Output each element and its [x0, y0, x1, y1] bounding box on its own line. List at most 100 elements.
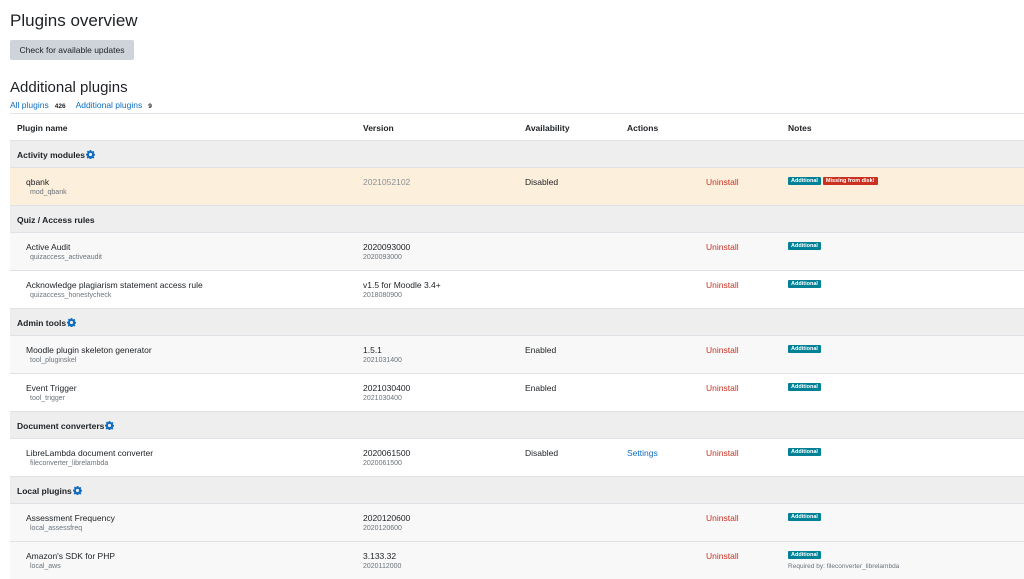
category-title: Quiz / Access rules [17, 215, 95, 225]
settings-link[interactable]: Settings [627, 448, 658, 458]
category-cell: Local plugins [10, 476, 1024, 504]
plugin-version: v1.5 for Moodle 3.4+ [363, 280, 441, 290]
plugin-name-cell: Amazon's SDK for PHP local_aws [10, 541, 363, 579]
plugin-availability [525, 503, 627, 542]
additional-badge: Additional [788, 280, 821, 288]
category-title: Local plugins [17, 486, 72, 496]
plugin-version: 2020061500 [363, 448, 411, 458]
all-plugins-count: 426 [54, 103, 66, 110]
plugin-version-cell: 3.133.32 2020112000 [363, 541, 525, 579]
table-header-row: Plugin name Version Availability Actions… [10, 113, 1024, 141]
plugin-uninstall-cell: Uninstall [706, 373, 789, 412]
plugin-component: local_assessfreq [30, 525, 83, 532]
additional-badge: Additional [788, 448, 821, 456]
plugin-availability: Enabled [525, 373, 627, 412]
additional-plugins-count: 9 [148, 103, 152, 110]
plugin-name-cell: LibreLambda document converter fileconver… [10, 438, 363, 477]
category-row: Admin tools [10, 308, 1024, 336]
plugin-name-cell: Event Trigger tool_trigger [10, 373, 363, 412]
plugin-notes-cell: Additional Missing from disk! [788, 167, 1024, 206]
plugin-row: Amazon's SDK for PHP local_aws 3.133.32 202… [10, 541, 1024, 579]
plugin-availability: Disabled [525, 438, 627, 477]
plugin-uninstall-cell: Uninstall [706, 541, 789, 579]
plugin-row: Assessment Frequency local_assessfreq 2020… [10, 503, 1024, 542]
plugin-notes-cell: Additional Required by: fileconverter_lib… [788, 541, 1024, 579]
plugin-uninstall-cell: Uninstall [706, 167, 789, 206]
plugin-version: 3.133.32 [363, 551, 397, 561]
plugin-availability [525, 541, 627, 579]
uninstall-link[interactable]: Uninstall [706, 242, 739, 252]
category-title: Admin tools [17, 318, 67, 328]
uninstall-link[interactable]: Uninstall [706, 383, 739, 393]
plugin-notes-cell: Additional [788, 438, 1024, 477]
uninstall-link[interactable]: Uninstall [706, 345, 739, 355]
plugin-version-number: 2020112000 [363, 563, 402, 570]
plugin-name: Amazon's SDK for PHP [26, 551, 116, 561]
uninstall-link[interactable]: Uninstall [706, 280, 739, 290]
gear-icon[interactable] [72, 486, 82, 495]
plugin-version: 2021052102 [363, 177, 411, 187]
filter-all-plugins-link[interactable]: All plugins [10, 100, 49, 110]
plugin-name: Assessment Frequency [26, 513, 115, 523]
plugin-uninstall-cell: Uninstall [706, 503, 789, 542]
plugin-name: Moodle plugin skeleton generator [26, 345, 152, 355]
plugin-version-cell: 2021030400 2021030400 [363, 373, 525, 412]
plugin-notes-cell: Additional [788, 270, 1024, 309]
column-header-actions: Actions [627, 113, 789, 141]
column-header-availability: Availability [525, 113, 627, 141]
plugin-name-cell: Active Audit quizaccess_activeaudit [10, 232, 363, 271]
plugin-version-number: 2021030400 [363, 395, 402, 402]
plugin-actions-cell [627, 270, 706, 309]
missing-from-disk-badge: Missing from disk! [822, 177, 878, 185]
column-header-notes: Notes [788, 113, 1024, 141]
additional-badge: Additional [788, 383, 821, 391]
uninstall-link[interactable]: Uninstall [706, 551, 739, 561]
plugin-version: 1.5.1 [363, 345, 382, 355]
plugin-name: Active Audit [26, 242, 71, 252]
plugin-notes-cell: Additional [788, 373, 1024, 412]
gear-icon[interactable] [67, 318, 77, 327]
plugin-row: Active Audit quizaccess_activeaudit 202009… [10, 232, 1024, 271]
plugins-table: Plugin name Version Availability Actions… [10, 113, 1024, 579]
plugin-version-cell: v1.5 for Moodle 3.4+ 2018080900 [363, 270, 525, 309]
plugin-name: qbank [26, 177, 50, 187]
plugin-actions-cell [627, 503, 706, 542]
plugin-uninstall-cell: Uninstall [706, 232, 789, 271]
plugin-notes-cell: Additional [788, 335, 1024, 374]
required-by-note: Required by: fileconverter_librelambda [788, 563, 900, 570]
gear-icon[interactable] [86, 150, 96, 159]
gear-icon[interactable] [105, 421, 115, 430]
plugin-version-number: 2020120600 [363, 525, 402, 532]
category-row: Document converters [10, 411, 1024, 439]
plugin-version-number: 2018080900 [363, 292, 402, 299]
category-row: Activity modules [10, 140, 1024, 168]
plugin-component: tool_trigger [30, 395, 66, 402]
plugin-name-cell: Acknowledge plagiarism statement access … [10, 270, 363, 309]
category-cell: Document converters [10, 411, 1024, 439]
page-title: Plugins overview [10, 11, 138, 30]
plugin-notes-cell: Additional [788, 232, 1024, 271]
plugin-name-cell: Moodle plugin skeleton generator tool_plu… [10, 335, 363, 374]
plugin-component: mod_qbank [30, 189, 67, 196]
plugin-actions-cell [627, 373, 706, 412]
plugin-availability: Disabled [525, 167, 627, 206]
plugin-component: local_aws [30, 563, 61, 570]
uninstall-link[interactable]: Uninstall [706, 513, 739, 523]
plugin-row: Moodle plugin skeleton generator tool_plu… [10, 335, 1024, 374]
plugin-name-cell: Assessment Frequency local_assessfreq [10, 503, 363, 542]
plugin-availability: Enabled [525, 335, 627, 374]
additional-badge: Additional [788, 177, 821, 185]
category-cell: Activity modules [10, 140, 1024, 168]
plugin-name: Event Trigger [26, 383, 77, 393]
plugin-version: 2021030400 [363, 383, 411, 393]
plugin-uninstall-cell: Uninstall [706, 335, 789, 374]
plugin-version-cell: 1.5.1 2021031400 [363, 335, 525, 374]
plugin-availability [525, 270, 627, 309]
plugin-name-cell: qbank mod_qbank [10, 167, 363, 206]
plugin-component: quizaccess_honestycheck [30, 292, 112, 299]
plugin-uninstall-cell: Uninstall [706, 270, 789, 309]
check-updates-button[interactable]: Check for available updates [10, 40, 134, 60]
uninstall-link[interactable]: Uninstall [706, 177, 739, 187]
filter-additional-plugins-link[interactable]: Additional plugins [76, 100, 143, 110]
uninstall-link[interactable]: Uninstall [706, 448, 739, 458]
